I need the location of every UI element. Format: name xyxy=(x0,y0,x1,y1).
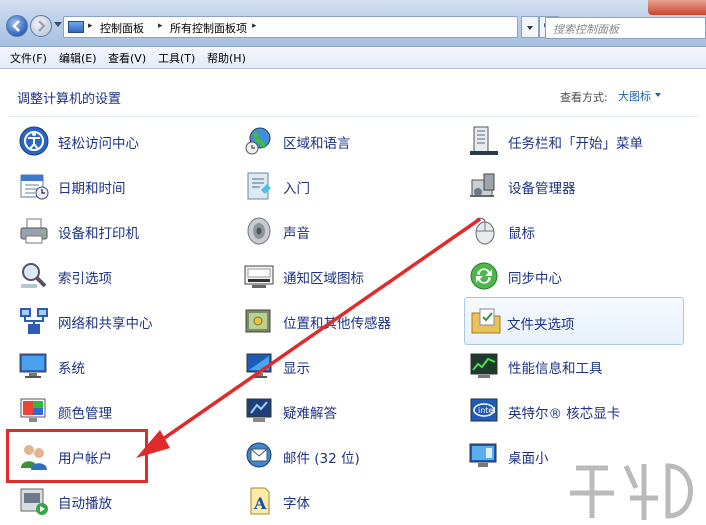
watermark-logo xyxy=(570,463,693,520)
